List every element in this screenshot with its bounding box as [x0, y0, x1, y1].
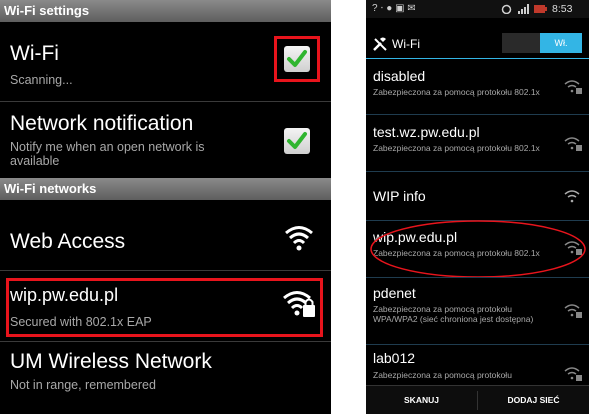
- network-name: lab012: [373, 350, 416, 366]
- network-name: Web Access: [10, 230, 126, 253]
- battery-icon: [534, 5, 547, 13]
- network-item-um-wireless[interactable]: UM Wireless Network Not in range, rememb…: [0, 342, 331, 414]
- alarm-icon: [501, 4, 512, 14]
- status-time: 8:53: [552, 3, 573, 15]
- left-phone-screen: Wi-Fi settings Wi-Fi Scanning... Network…: [0, 0, 331, 414]
- wifi-networks-header: Wi-Fi networks: [0, 178, 331, 200]
- scan-button[interactable]: SKANUJ: [366, 395, 477, 405]
- network-item-disabled[interactable]: disabled Zabezpieczona za pomocą protoko…: [366, 60, 589, 114]
- network-status: Zabezpieczona za pomocą protokołu: [373, 370, 512, 380]
- tools-icon: [373, 37, 387, 51]
- wifi-signal-icon: [285, 226, 313, 251]
- wifi-signal-icon: [564, 190, 580, 203]
- wifi-status: Scanning...: [10, 73, 73, 87]
- right-phone-screen: ? ⋅ ● ▣ ✉ 8:53 Wi-Fi Wł. disabled Zabezp…: [366, 0, 589, 414]
- network-name: test.wz.pw.edu.pl: [373, 124, 480, 140]
- notification-title: Network notification: [10, 112, 194, 135]
- wifi-secured-icon: [564, 367, 582, 381]
- wifi-toggle[interactable]: Wł.: [502, 33, 582, 53]
- notification-checkbox[interactable]: [284, 128, 310, 154]
- network-item-pdenet[interactable]: pdenet Zabezpieczona za pomocą protokołu…: [366, 278, 589, 344]
- network-name: pdenet: [373, 285, 416, 301]
- notification-icons: ? ⋅ ● ▣ ✉: [372, 3, 416, 14]
- status-bar: ? ⋅ ● ▣ ✉ 8:53: [366, 0, 589, 18]
- network-item-lab012[interactable]: lab012 Zabezpieczona za pomocą protokołu: [366, 345, 589, 385]
- wifi-secured-icon: [564, 80, 582, 94]
- highlight-ellipse: [370, 220, 586, 278]
- wifi-title: Wi-Fi: [10, 42, 59, 65]
- wifi-toggle-row[interactable]: Wi-Fi Scanning...: [0, 22, 331, 95]
- network-item-test-wz[interactable]: test.wz.pw.edu.pl Zabezpieczona za pomoc…: [366, 115, 589, 171]
- highlight-box: [274, 36, 320, 82]
- signal-icon: [518, 4, 529, 14]
- add-network-button[interactable]: DODAJ SIEĆ: [478, 395, 589, 405]
- bottom-action-bar: SKANUJ DODAJ SIEĆ: [366, 385, 589, 414]
- toggle-on-label: Wł.: [540, 33, 582, 53]
- network-notification-row[interactable]: Network notification Notify me when an o…: [0, 102, 331, 178]
- network-name: disabled: [373, 68, 426, 84]
- network-status: Zabezpieczona za pomocą protokołu 802.1x: [373, 143, 540, 153]
- network-item-web-access[interactable]: Web Access: [0, 200, 331, 270]
- wifi-settings-header: Wi-Fi settings: [0, 0, 331, 22]
- network-status: Zabezpieczona za pomocą protokołu WPA/WP…: [373, 304, 534, 324]
- network-name: UM Wireless Network: [10, 350, 212, 373]
- page-title: Wi-Fi: [392, 37, 420, 51]
- network-item-wip-info[interactable]: WIP info: [366, 172, 589, 220]
- wifi-secured-icon: [564, 304, 582, 318]
- wifi-secured-icon: [564, 137, 582, 151]
- title-underline: [366, 58, 589, 59]
- check-icon: [287, 132, 307, 149]
- network-status: Not in range, remembered: [10, 378, 156, 392]
- notification-description: Notify me when an open network is availa…: [10, 140, 205, 168]
- network-status: Zabezpieczona za pomocą protokołu 802.1x: [373, 87, 540, 97]
- network-name: WIP info: [373, 188, 426, 204]
- highlight-box: [6, 278, 323, 337]
